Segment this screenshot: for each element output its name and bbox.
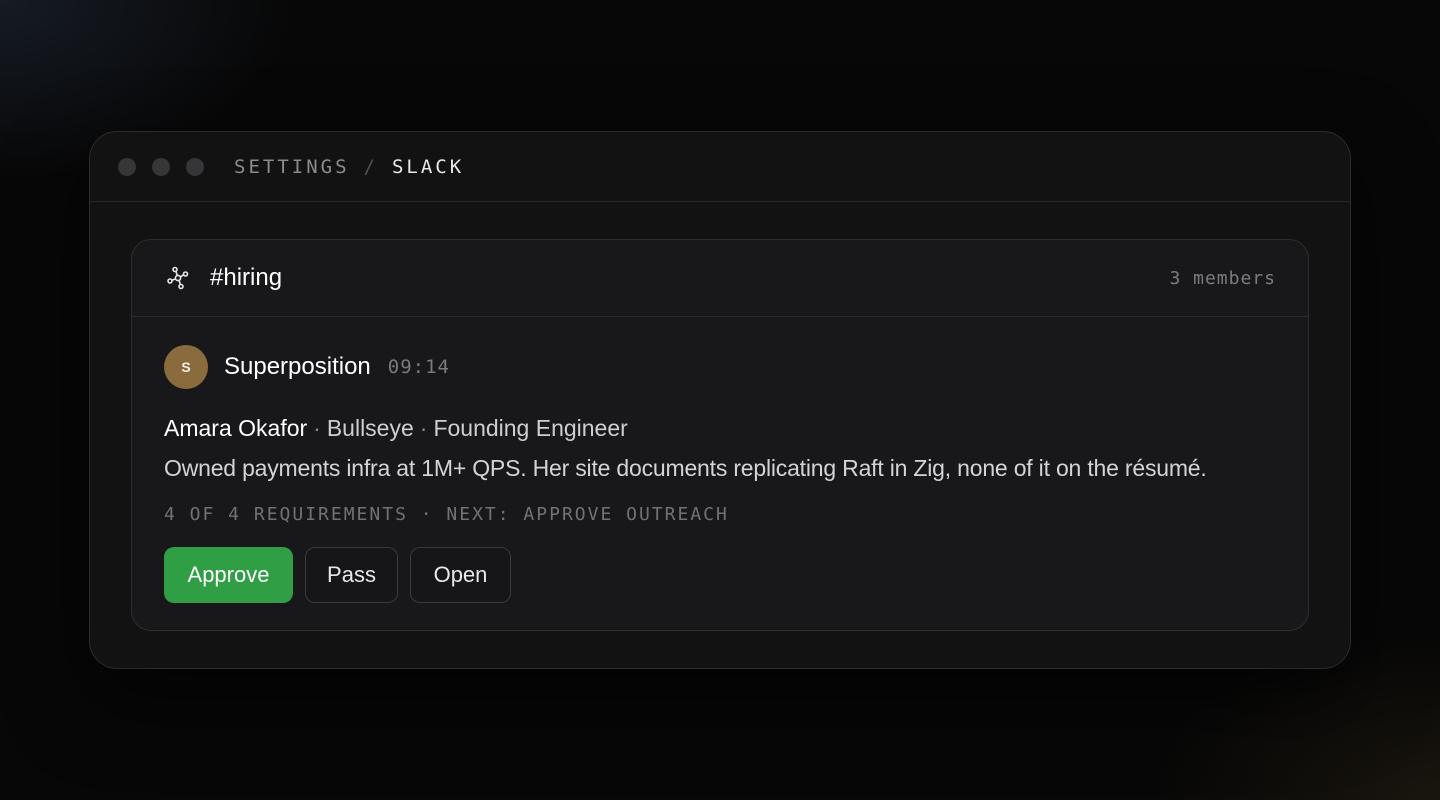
breadcrumb-separator: / [363, 155, 378, 178]
hub-network-icon [166, 266, 190, 290]
candidate-separator: · [313, 415, 321, 441]
pass-button[interactable]: Pass [305, 547, 398, 603]
breadcrumb-settings[interactable]: SETTINGS [234, 156, 350, 178]
candidate-name: Amara Okafor [164, 415, 308, 441]
candidate-line: Amara Okafor · Bullseye · Founding Engineer [164, 415, 1276, 442]
requirements-status: 4 OF 4 REQUIREMENTS · NEXT: APPROVE OUTR… [164, 504, 729, 525]
approve-button[interactable]: Approve [164, 547, 293, 603]
channel-name[interactable]: #hiring [210, 264, 282, 292]
window-zoom-dot[interactable] [186, 157, 204, 176]
message-actions: Approve Pass Open [164, 547, 1276, 603]
settings-window: SETTINGS / SLACK #hiring 3 members S Sup… [89, 131, 1351, 669]
breadcrumb: SETTINGS / SLACK [234, 156, 464, 178]
candidate-summary: Owned payments infra at 1M+ QPS. Her sit… [164, 455, 1207, 481]
candidate-company: Bullseye [326, 415, 414, 441]
bot-message: S Superposition 09:14 Amara Okafor · Bulls… [132, 317, 1308, 603]
channel-header: #hiring 3 members [132, 240, 1308, 317]
message-timestamp: 09:14 [387, 356, 450, 378]
window-minimize-dot[interactable] [152, 157, 170, 176]
sender-name[interactable]: Superposition [224, 353, 371, 381]
breadcrumb-slack: SLACK [391, 155, 465, 178]
slack-channel-preview: #hiring 3 members S Superposition 09:14 … [131, 239, 1309, 631]
avatar: S [164, 345, 208, 389]
message-header: S Superposition 09:14 [164, 345, 1276, 389]
open-button[interactable]: Open [410, 547, 511, 603]
candidate-role: Founding Engineer [433, 415, 628, 441]
candidate-separator: · [419, 415, 428, 441]
window-close-dot[interactable] [118, 157, 136, 176]
member-count: 3 members [1169, 267, 1276, 289]
title-bar: SETTINGS / SLACK [90, 132, 1350, 202]
